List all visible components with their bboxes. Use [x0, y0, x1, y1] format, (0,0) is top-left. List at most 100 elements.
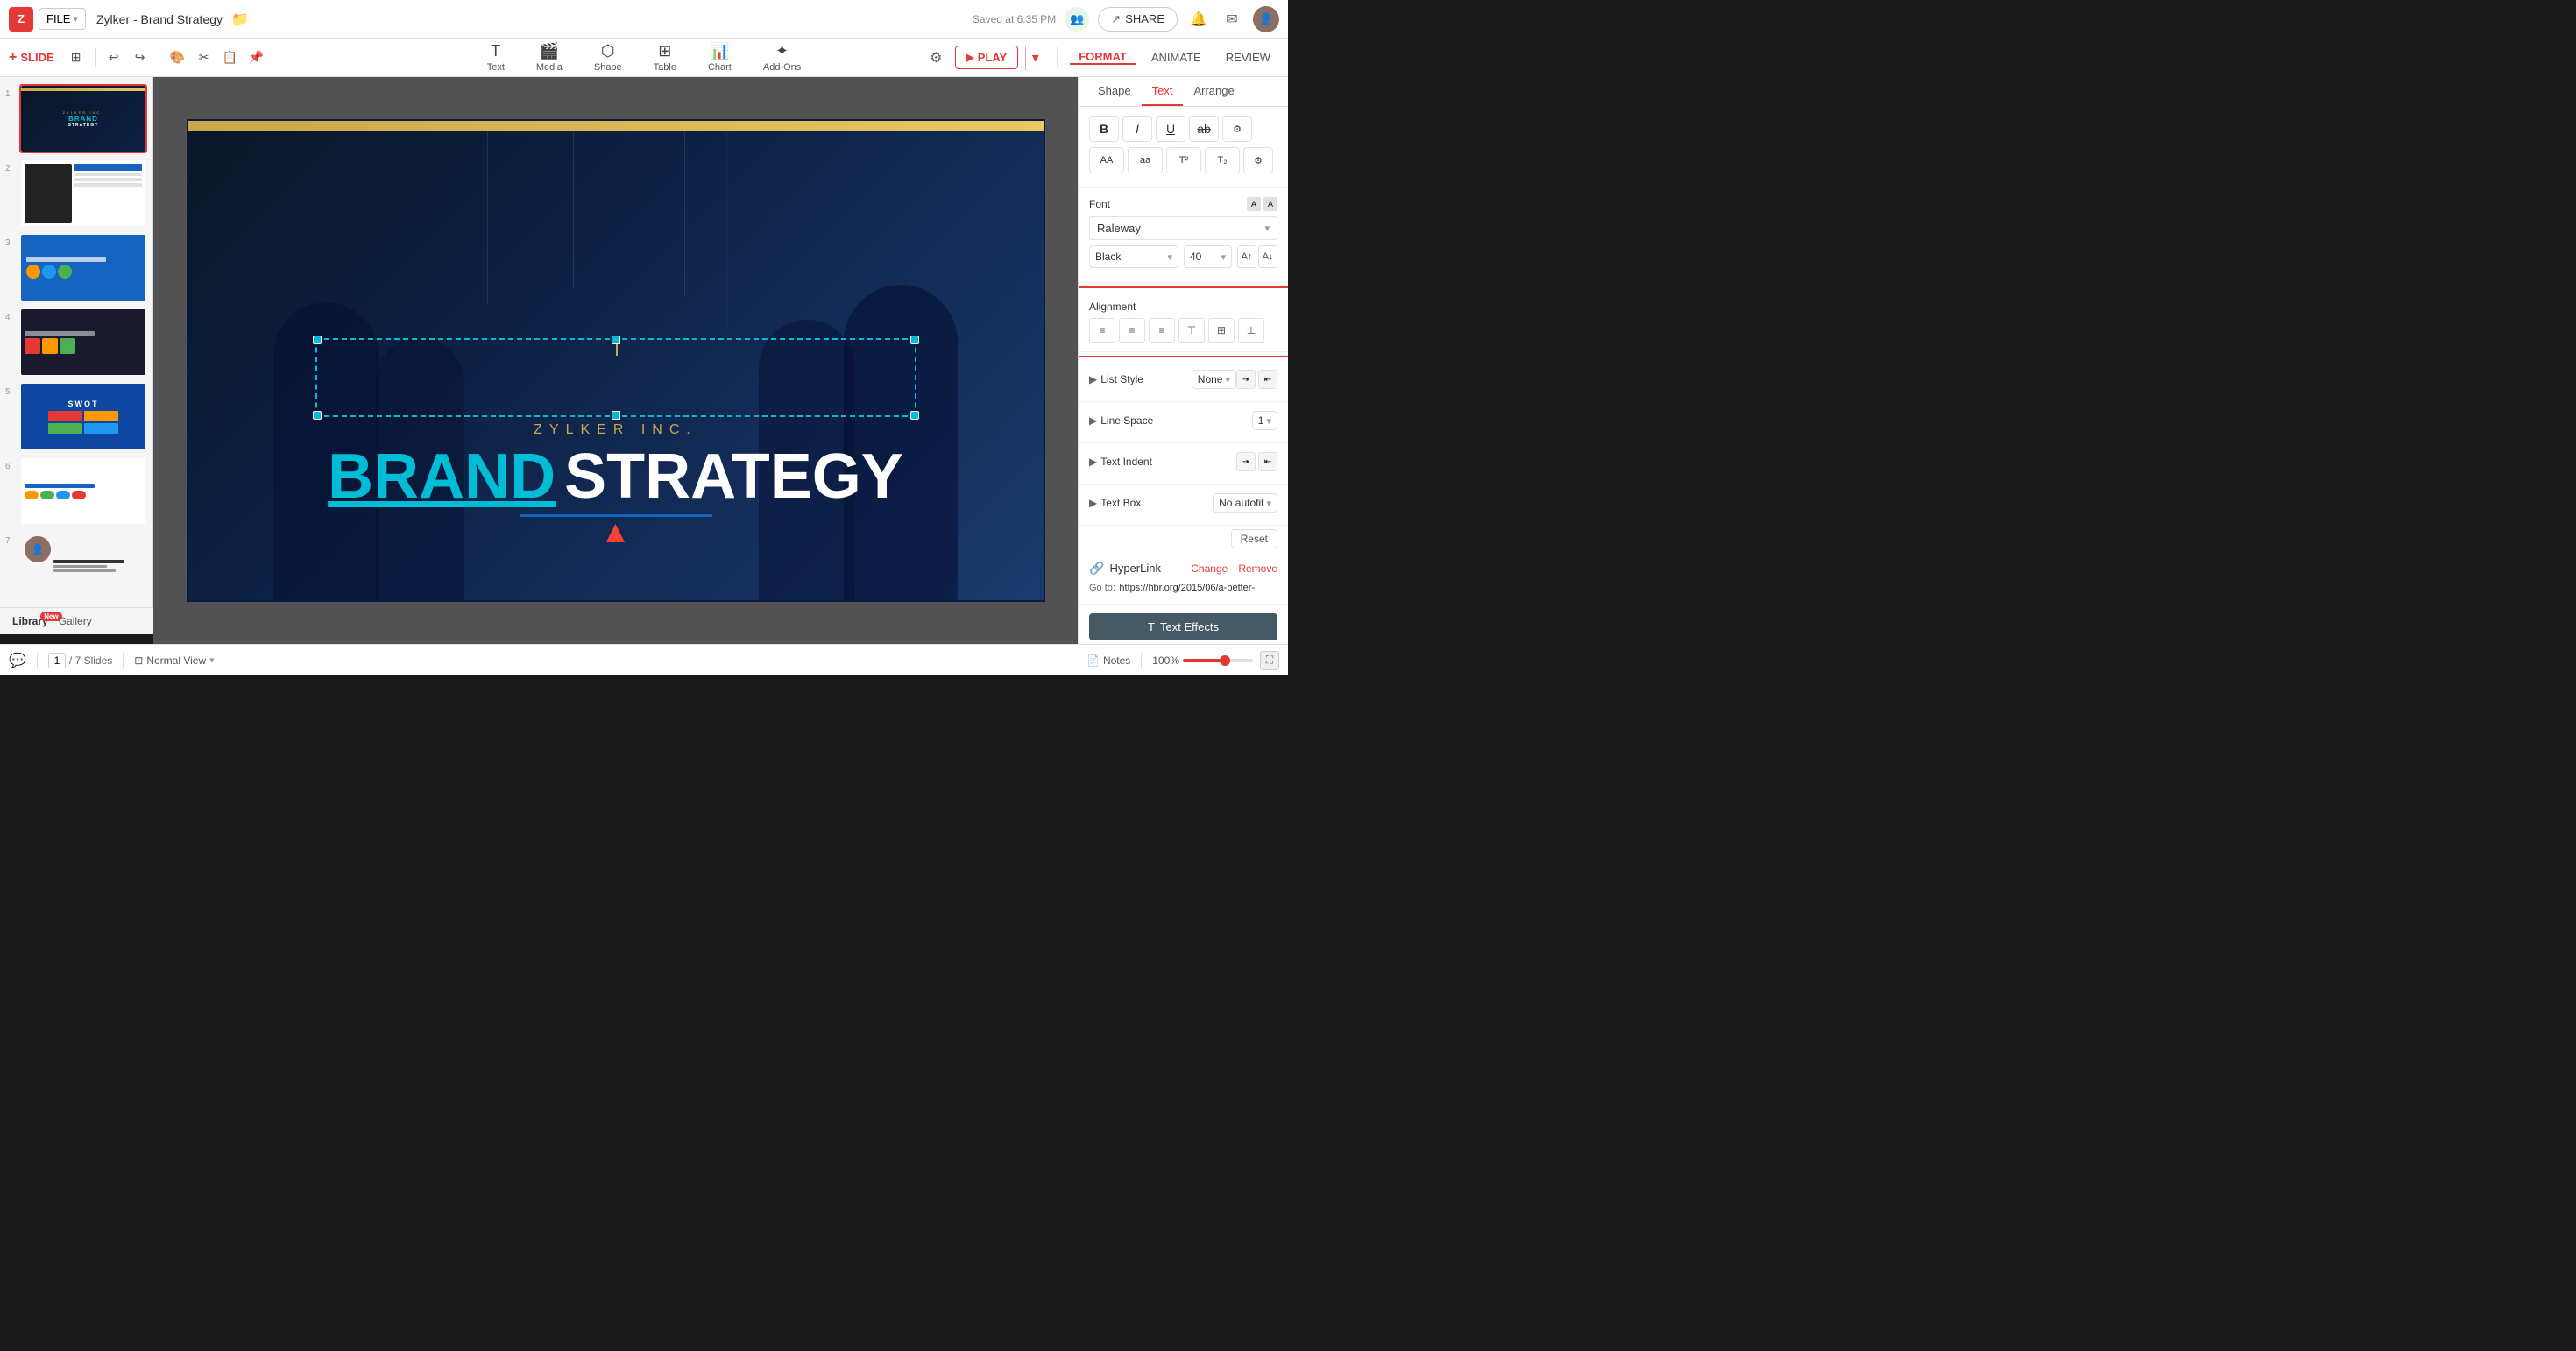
slide-thumb-7[interactable]: 7 👤 — [5, 531, 147, 600]
indent-increase[interactable]: ⇥ — [1236, 452, 1256, 471]
strikethrough-button[interactable]: ab — [1189, 116, 1219, 142]
slide-image-3[interactable] — [19, 233, 147, 302]
tab-animate[interactable]: ANIMATE — [1143, 51, 1210, 64]
play-button[interactable]: ▶ PLAY — [955, 46, 1018, 69]
library-button[interactable]: Library New — [7, 613, 53, 629]
addons-tool[interactable]: ✦ Add-Ons — [756, 40, 808, 74]
zoom-slider-thumb[interactable] — [1220, 655, 1230, 666]
chart-tool[interactable]: 📊 Chart — [701, 40, 739, 74]
reset-button[interactable]: Reset — [1231, 529, 1277, 548]
shape-tool[interactable]: ⬡ Shape — [587, 40, 629, 74]
settings-button[interactable]: ⚙ — [924, 46, 948, 70]
bell-button[interactable]: 🔔 — [1186, 7, 1211, 32]
tab-review[interactable]: REVIEW — [1217, 51, 1279, 64]
list-icon-indent[interactable]: ⇥ — [1236, 370, 1256, 389]
text-box-expand[interactable]: ▶ — [1089, 497, 1097, 509]
underline-button[interactable]: U — [1156, 116, 1185, 142]
slide-thumb-2[interactable]: 2 — [5, 159, 147, 228]
chat-button[interactable]: 💬 — [9, 652, 26, 669]
share-button[interactable]: ↗ SHARE — [1098, 7, 1178, 32]
table-tool[interactable]: ⊞ Table — [647, 40, 683, 74]
font-size-increase[interactable]: A↑ — [1237, 245, 1256, 268]
view-selector[interactable]: ⊡ Normal View ▾ — [134, 654, 214, 667]
align-middle-button[interactable]: ⊞ — [1208, 318, 1235, 343]
slide-thumb-6[interactable]: 6 — [5, 456, 147, 526]
font-size-decrease[interactable]: A↓ — [1258, 245, 1277, 268]
text-effects-button[interactable]: T Text Effects — [1089, 613, 1277, 640]
indent-decrease[interactable]: ⇤ — [1258, 452, 1277, 471]
slide-image-5[interactable]: SWOT — [19, 382, 147, 451]
align-top-button[interactable]: ⊤ — [1178, 318, 1205, 343]
handle-top-left[interactable] — [313, 336, 322, 344]
collaborators-icon[interactable]: 👥 — [1065, 7, 1089, 32]
font-color-swatch[interactable]: A — [1247, 197, 1261, 211]
font-size-selector[interactable]: 40 ▾ — [1184, 245, 1232, 268]
slide-image-7[interactable]: 👤 — [19, 531, 147, 600]
uppercase-button[interactable]: AA — [1089, 147, 1124, 173]
font-color-selector[interactable]: Black ▾ — [1089, 245, 1178, 268]
list-icon-outdent[interactable]: ⇤ — [1258, 370, 1277, 389]
brand-strategy-text[interactable]: BRANDSTRATEGY — [328, 441, 903, 513]
mail-button[interactable]: ✉ — [1220, 7, 1244, 32]
slide-thumb-1[interactable]: 1 ZYLKER INC. BRAND STRATEGY — [5, 84, 147, 153]
line-space-selector[interactable]: 1 ▾ — [1252, 411, 1277, 430]
text-box-selector[interactable]: No autofit ▾ — [1213, 493, 1277, 513]
change-link-button[interactable]: Change — [1191, 562, 1228, 575]
canvas-area[interactable]: ZYLKER INC. BRANDSTRATEGY ▲ — [153, 77, 1078, 644]
play-dropdown[interactable]: ▾ — [1025, 46, 1044, 70]
current-slide-input[interactable] — [48, 653, 66, 668]
text-tool[interactable]: T Text — [480, 40, 512, 74]
slide-image-6[interactable] — [19, 456, 147, 526]
handle-bottom-left[interactable] — [313, 411, 322, 420]
font-settings-button[interactable]: ⚙ — [1243, 147, 1273, 173]
align-right-button[interactable]: ≡ — [1149, 318, 1175, 343]
media-tool[interactable]: 🎬 Media — [529, 40, 570, 74]
text-shadow-button[interactable]: ⚙ — [1222, 116, 1252, 142]
slide-image-4[interactable] — [19, 308, 147, 377]
text-indent-expand[interactable]: ▶ — [1089, 456, 1097, 468]
paint-format-button[interactable]: 🎨 — [166, 46, 189, 69]
slide-thumb-3[interactable]: 3 — [5, 233, 147, 302]
tab-arrange[interactable]: Arrange — [1183, 77, 1244, 106]
remove-link-button[interactable]: Remove — [1238, 562, 1277, 575]
cut-button[interactable]: ✂ — [193, 46, 216, 69]
user-avatar[interactable]: 👤 — [1253, 6, 1279, 32]
slide-thumb-5[interactable]: 5 SWOT — [5, 382, 147, 451]
notes-button[interactable]: 📄 Notes — [1086, 654, 1130, 667]
font-name-selector[interactable]: Raleway ▾ — [1089, 216, 1277, 240]
handle-bottom-right[interactable] — [910, 411, 919, 420]
slide-thumb-4[interactable]: 4 — [5, 308, 147, 377]
handle-top-right[interactable] — [910, 336, 919, 344]
lowercase-button[interactable]: aa — [1128, 147, 1163, 173]
selection-box[interactable] — [315, 338, 916, 417]
line-space-expand[interactable]: ▶ — [1089, 414, 1097, 427]
tab-format[interactable]: FORMAT — [1070, 50, 1136, 65]
add-slide-button[interactable]: + SLIDE — [9, 50, 54, 66]
bold-button[interactable]: B — [1089, 116, 1119, 142]
italic-button[interactable]: I — [1122, 116, 1152, 142]
list-style-selector[interactable]: None ▾ — [1192, 370, 1236, 389]
slide-editor[interactable]: ZYLKER INC. BRANDSTRATEGY ▲ — [187, 119, 1045, 602]
layout-button[interactable]: ⊞ — [65, 46, 88, 69]
handle-bottom-middle[interactable] — [612, 411, 620, 420]
fullscreen-button[interactable]: ⛶ — [1260, 651, 1279, 670]
align-bottom-button[interactable]: ⊥ — [1238, 318, 1264, 343]
align-left-button[interactable]: ≡ — [1089, 318, 1115, 343]
copy-button[interactable]: 📋 — [219, 46, 242, 69]
tab-shape[interactable]: Shape — [1087, 77, 1142, 106]
tab-text[interactable]: Text — [1142, 77, 1184, 106]
zoom-slider[interactable] — [1183, 659, 1253, 662]
superscript-button[interactable]: T² — [1166, 147, 1201, 173]
font-bigger-button[interactable]: A — [1263, 197, 1277, 211]
slide-image-2[interactable] — [19, 159, 147, 228]
list-style-expand[interactable]: ▶ — [1089, 373, 1097, 385]
share-icon: ↗ — [1111, 12, 1121, 26]
redo-button[interactable]: ↪ — [129, 46, 152, 69]
slide-image-1[interactable]: ZYLKER INC. BRAND STRATEGY — [19, 84, 147, 153]
paste-button[interactable]: 📌 — [245, 46, 268, 69]
handle-top-middle[interactable] — [612, 336, 620, 344]
undo-button[interactable]: ↩ — [103, 46, 125, 69]
align-center-button[interactable]: ≡ — [1119, 318, 1145, 343]
subscript-button[interactable]: T₂ — [1205, 147, 1240, 173]
file-button[interactable]: FILE ▾ — [39, 8, 86, 30]
